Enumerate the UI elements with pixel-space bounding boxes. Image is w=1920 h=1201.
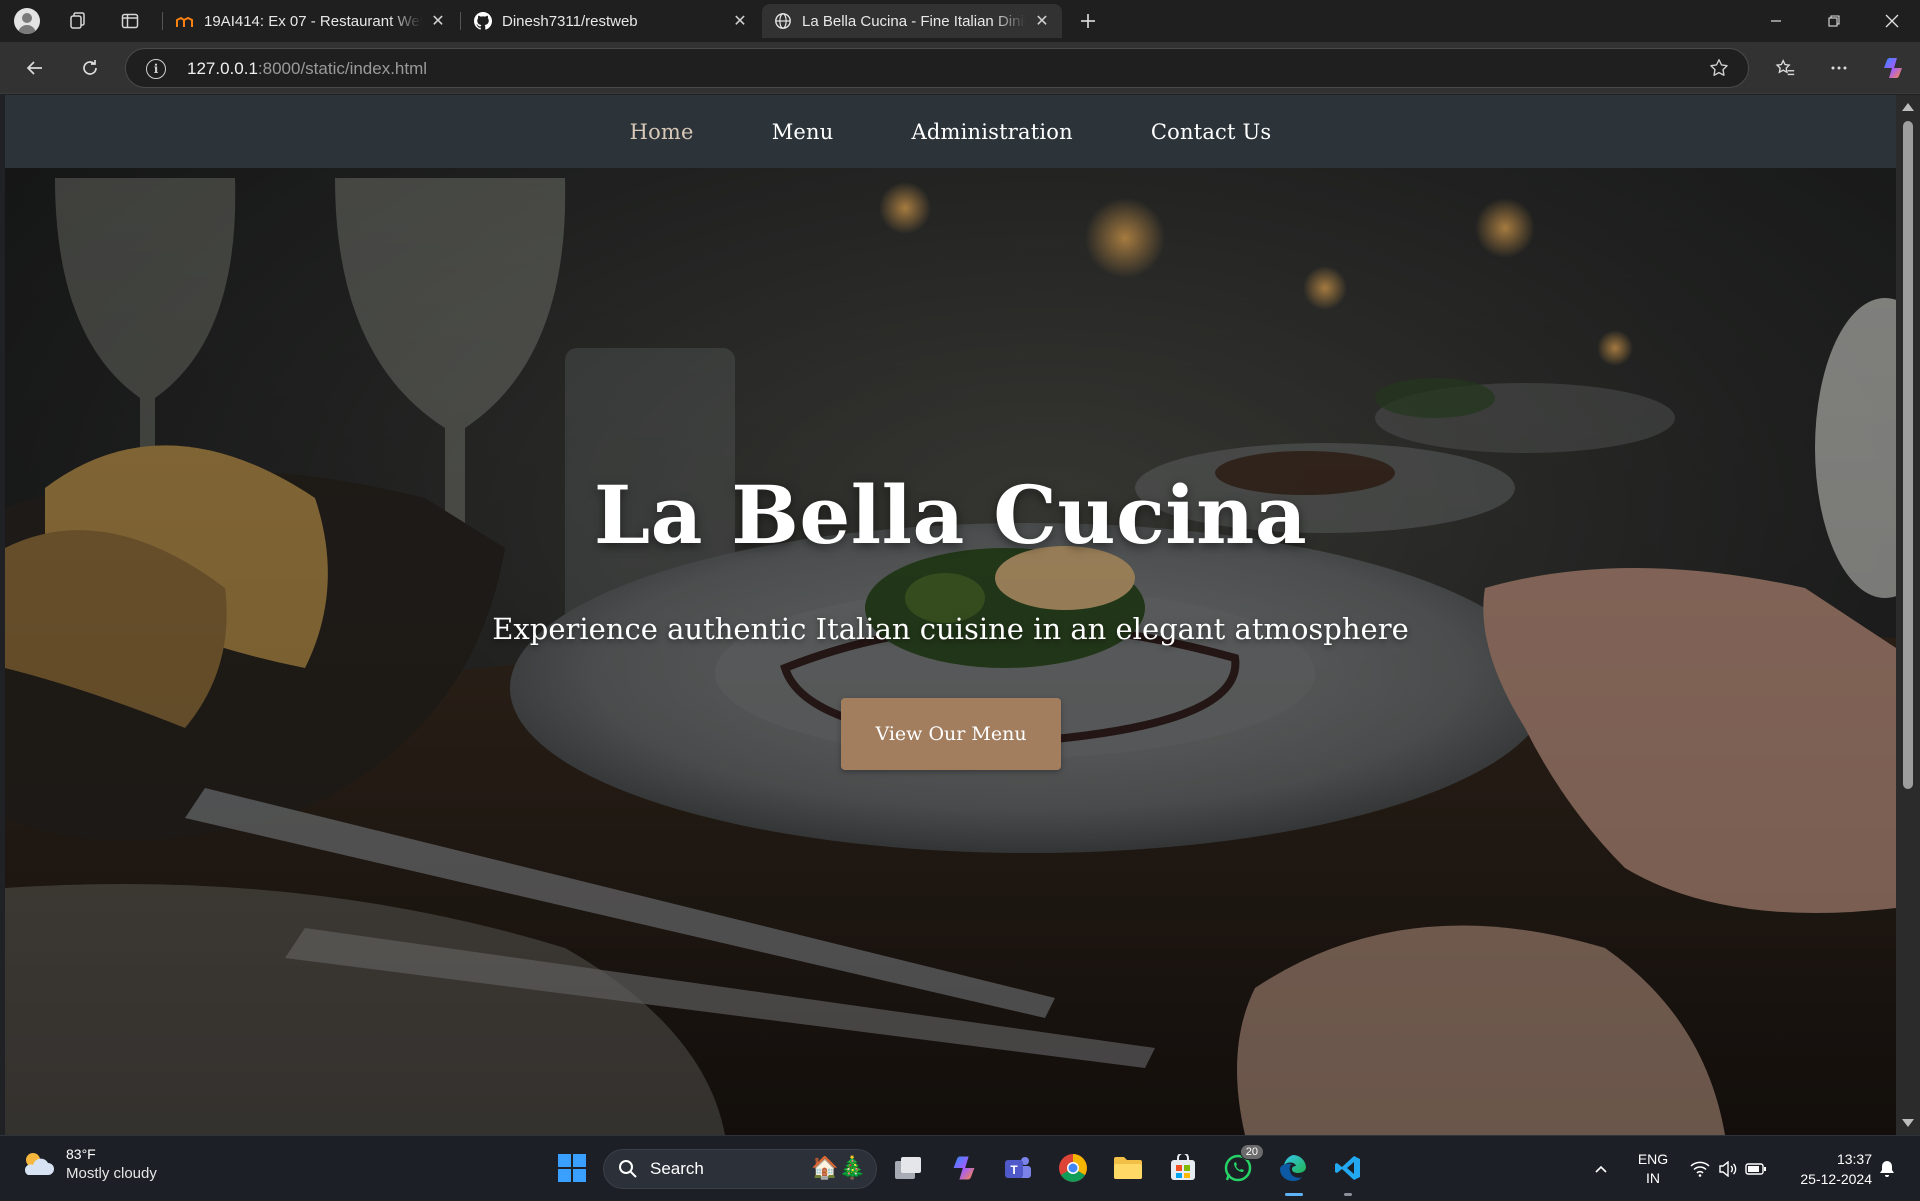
volume-icon[interactable]	[1713, 1136, 1743, 1201]
taskbar-search-box[interactable]: Search 🏠🎄	[603, 1149, 877, 1189]
tab-title: Dinesh7311/restweb	[502, 12, 638, 30]
microsoft-store-icon[interactable]	[1165, 1150, 1201, 1186]
task-view-icon[interactable]	[890, 1150, 926, 1186]
back-button[interactable]	[18, 51, 52, 85]
browser-toolbar: i 127.0.0.1:8000/static/index.html	[0, 42, 1920, 94]
notification-bell-icon[interactable]	[1872, 1136, 1902, 1201]
vertical-tabs-icon[interactable]	[110, 6, 150, 36]
page-scrollbar[interactable]	[1896, 95, 1920, 1135]
running-app-indicator	[1344, 1193, 1352, 1196]
close-window-button[interactable]	[1864, 0, 1920, 42]
nav-contact-link[interactable]: Contact Us	[1151, 120, 1272, 144]
close-icon[interactable]: ✕	[730, 11, 750, 31]
holiday-cabin-icon: 🏠🎄	[811, 1155, 866, 1180]
restore-button[interactable]	[1806, 0, 1862, 42]
site-navigation: Home Menu Administration Contact Us	[5, 95, 1896, 168]
close-icon[interactable]: ✕	[428, 11, 448, 31]
refresh-button[interactable]	[73, 51, 107, 85]
new-tab-button[interactable]	[1068, 6, 1108, 36]
nav-home-link[interactable]: Home	[630, 120, 694, 144]
weather-temperature: 83°F	[66, 1146, 96, 1162]
tab-moodle[interactable]: 19AI414: Ex 07 - Restaurant Webs ✕	[164, 4, 458, 38]
start-windows-icon[interactable]	[554, 1150, 590, 1186]
site-info-icon[interactable]: i	[146, 59, 166, 79]
partly-cloudy-icon	[20, 1149, 56, 1179]
profile-avatar[interactable]	[14, 8, 40, 34]
favorites-icon[interactable]	[1768, 51, 1802, 85]
weather-widget[interactable]: 83°F Mostly cloudy	[20, 1144, 157, 1184]
language-indicator[interactable]: ENG IN	[1628, 1136, 1678, 1201]
workspaces-icon[interactable]	[58, 6, 98, 36]
chrome-icon[interactable]	[1055, 1150, 1091, 1186]
close-icon[interactable]: ✕	[1032, 11, 1052, 31]
copilot-taskbar-icon[interactable]	[946, 1150, 982, 1186]
tab-title: La Bella Cucina - Fine Italian Dinin	[802, 12, 1026, 30]
browser-tab-strip: 19AI414: Ex 07 - Restaurant Webs ✕ Dines…	[0, 0, 1920, 42]
more-options-icon[interactable]	[1822, 51, 1856, 85]
tab-la-bella-cucina[interactable]: La Bella Cucina - Fine Italian Dinin ✕	[762, 4, 1062, 38]
address-bar[interactable]: i 127.0.0.1:8000/static/index.html	[125, 48, 1749, 88]
globe-icon	[774, 12, 792, 30]
wifi-icon[interactable]	[1685, 1136, 1715, 1201]
search-icon	[619, 1160, 637, 1178]
hero-section: La Bella Cucina Experience authentic Ita…	[5, 168, 1896, 1135]
edge-browser-icon[interactable]	[1275, 1150, 1311, 1186]
clock-date: 25-12-2024	[1800, 1170, 1872, 1187]
nav-menu-link[interactable]: Menu	[772, 120, 834, 144]
tab-github[interactable]: Dinesh7311/restweb ✕	[462, 4, 760, 38]
battery-icon[interactable]	[1741, 1136, 1771, 1201]
copilot-icon[interactable]	[1876, 51, 1910, 85]
hero-subtitle: Experience authentic Italian cuisine in …	[492, 612, 1409, 646]
clock-time: 13:37	[1836, 1150, 1872, 1167]
scroll-up-arrow-icon[interactable]	[1902, 103, 1914, 111]
search-label: Search	[650, 1159, 704, 1178]
show-hidden-icons-icon[interactable]	[1586, 1136, 1616, 1201]
minimize-button[interactable]	[1748, 0, 1804, 42]
scroll-down-arrow-icon[interactable]	[1902, 1119, 1914, 1127]
view-menu-button[interactable]: View Our Menu	[841, 698, 1061, 770]
windows-taskbar: 83°F Mostly cloudy Search 🏠🎄 T 20 ENG IN…	[0, 1135, 1920, 1200]
favorite-star-icon[interactable]	[1708, 57, 1730, 84]
svg-text:T: T	[1010, 1163, 1018, 1177]
url-text[interactable]: 127.0.0.1:8000/static/index.html	[187, 59, 427, 79]
weather-condition: Mostly cloudy	[66, 1165, 157, 1182]
scrollbar-thumb[interactable]	[1903, 121, 1913, 789]
nav-administration-link[interactable]: Administration	[911, 120, 1072, 144]
file-explorer-icon[interactable]	[1110, 1150, 1146, 1186]
whatsapp-icon[interactable]: 20	[1220, 1144, 1264, 1186]
vscode-icon[interactable]	[1330, 1150, 1366, 1186]
active-app-indicator	[1285, 1193, 1303, 1196]
hero-title: La Bella Cucina	[593, 468, 1308, 562]
moodle-icon	[176, 12, 194, 30]
whatsapp-badge: 20	[1239, 1144, 1264, 1160]
clock[interactable]: 13:37 25-12-2024	[1782, 1136, 1872, 1201]
page-viewport: Home Menu Administration Contact Us La B…	[5, 95, 1896, 1135]
github-icon	[474, 12, 492, 30]
tab-title: 19AI414: Ex 07 - Restaurant Webs	[204, 12, 422, 30]
hero-content: La Bella Cucina Experience authentic Ita…	[5, 168, 1896, 1135]
teams-icon[interactable]: T	[1000, 1150, 1036, 1186]
